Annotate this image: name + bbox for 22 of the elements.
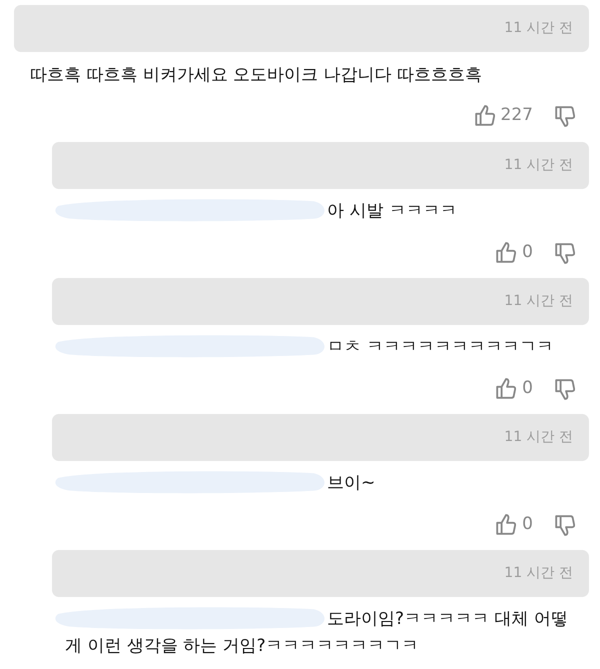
thumbs-up-icon[interactable] bbox=[496, 378, 516, 400]
thumbs-down-icon[interactable] bbox=[555, 105, 575, 127]
reply-text: ㅁㅊ ㅋㅋㅋㅋㅋㅋㅋㅋㅋㄱㅋ bbox=[327, 337, 554, 357]
timestamp: 11 시간 전 bbox=[504, 428, 573, 447]
thumbs-up-icon[interactable] bbox=[474, 105, 495, 127]
reply-text: 도라이임?ㅋㅋㅋㅋㅋ 대체 어떻게 이런 생각을 하는 거임?ㅋㅋㅋㅋㅋㅋㅋㄱㅋ bbox=[65, 609, 568, 656]
timestamp: 11 시간 전 bbox=[504, 19, 573, 38]
timestamp: 11 시간 전 bbox=[504, 156, 573, 175]
thumbs-up-icon[interactable] bbox=[496, 242, 516, 264]
timestamp: 11 시간 전 bbox=[504, 292, 573, 311]
reply-text: 브이~ bbox=[327, 473, 376, 493]
thumbs-down-icon[interactable] bbox=[555, 514, 575, 536]
reply-text: 아 시발 ㅋㅋㅋㅋ bbox=[327, 201, 457, 221]
thumbs-down-icon[interactable] bbox=[555, 378, 575, 400]
thumbs-up-icon[interactable] bbox=[496, 514, 516, 536]
like-count: 0 bbox=[522, 377, 533, 400]
like-count: 0 bbox=[522, 513, 533, 536]
like-count: 227 bbox=[500, 104, 533, 128]
like-count: 0 bbox=[522, 241, 533, 264]
comment-text: 따흐흑 따흐흑 비켜가세요 오도바이크 나갑니다 따흐흐흐흑 bbox=[29, 64, 484, 87]
timestamp: 11 시간 전 bbox=[504, 564, 573, 583]
thumbs-down-icon[interactable] bbox=[555, 242, 575, 264]
